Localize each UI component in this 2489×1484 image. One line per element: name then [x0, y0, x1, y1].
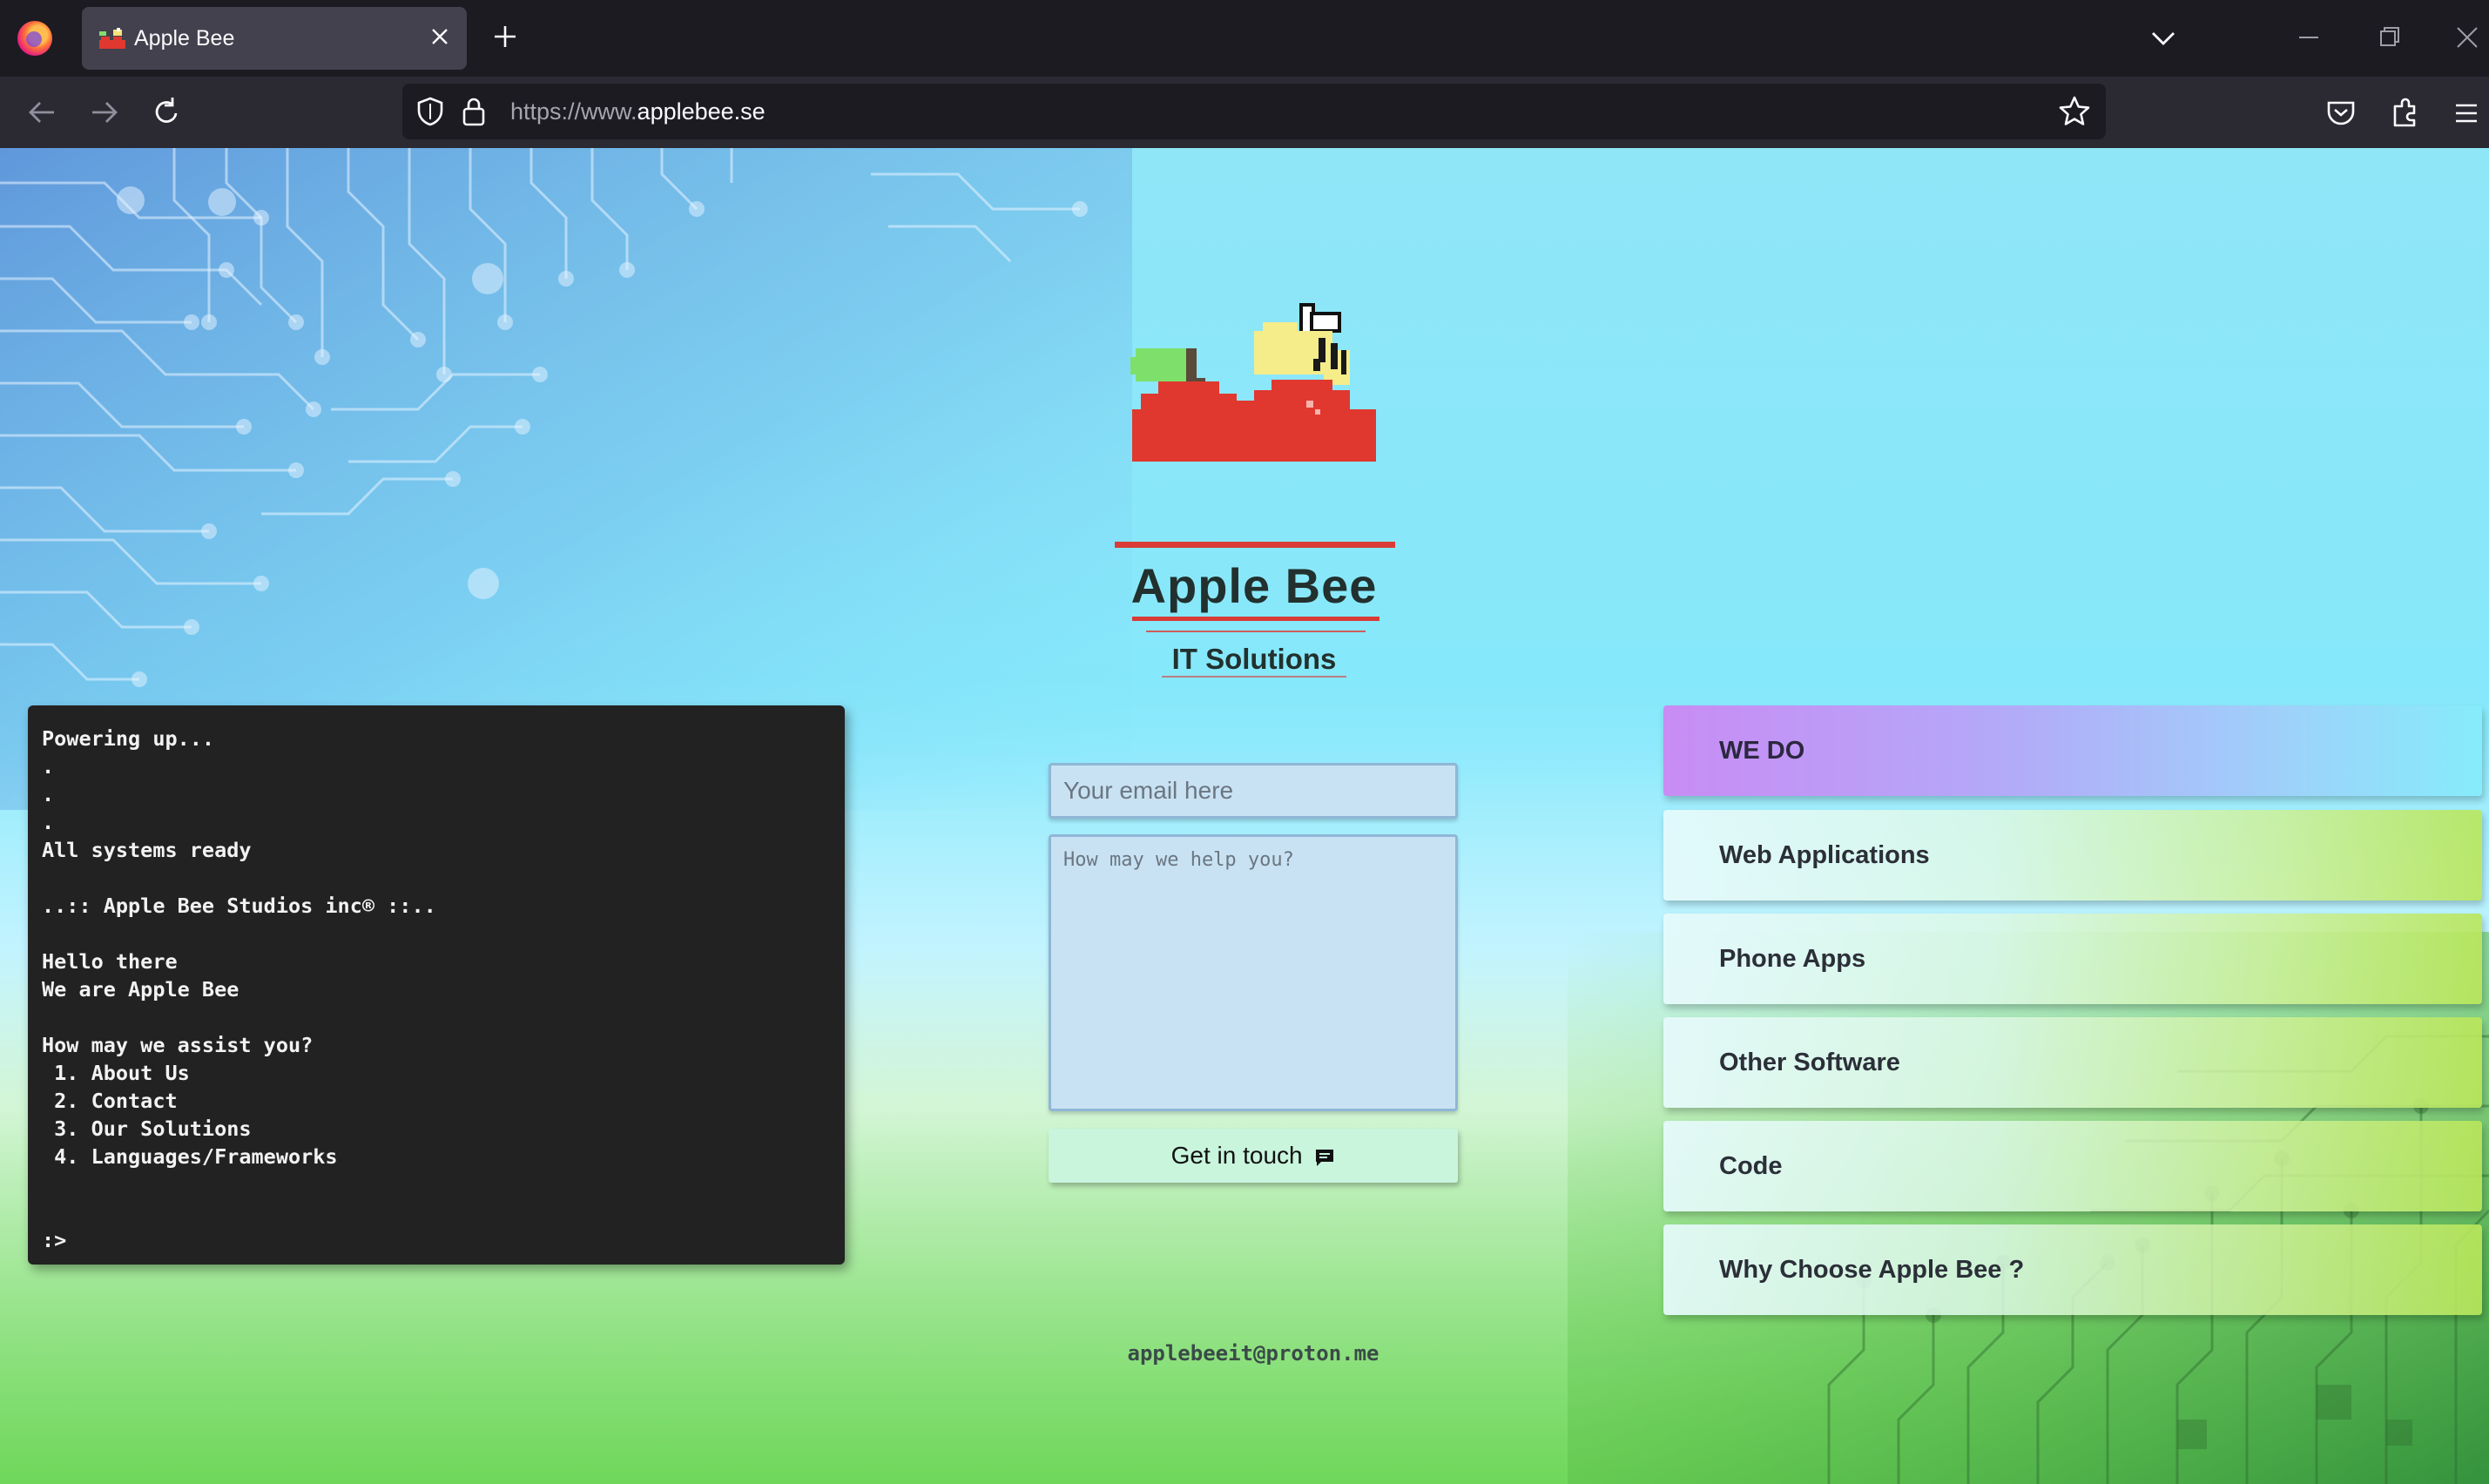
list-all-tabs-icon[interactable]	[2148, 23, 2179, 54]
logo-underline	[1115, 542, 1395, 548]
chat-bubble-icon	[1316, 1149, 1334, 1166]
service-web-applications[interactable]: Web Applications	[1663, 810, 2482, 901]
get-in-touch-label: Get in touch	[1170, 1142, 1303, 1169]
contact-email-address[interactable]: applebeeit@proton.me	[1049, 1341, 1458, 1366]
extensions-puzzle-icon[interactable]	[2386, 94, 2425, 132]
service-code[interactable]: Code	[1663, 1121, 2482, 1211]
brand-divider-thin	[1146, 631, 1366, 632]
back-arrow-icon[interactable]	[23, 92, 63, 132]
url-domain: applebee.se	[637, 98, 766, 125]
brand-subtitle: IT Solutions	[1171, 643, 1337, 675]
close-window-icon[interactable]	[2445, 17, 2489, 57]
browser-tab-bar: Apple Bee	[0, 0, 2489, 77]
url-text[interactable]: https://www.applebee.se	[510, 98, 766, 125]
restore-window-icon[interactable]	[2367, 17, 2411, 57]
email-field[interactable]	[1049, 763, 1458, 819]
new-tab-button[interactable]	[488, 19, 523, 54]
service-why-choose-apple-bee[interactable]: Why Choose Apple Bee ?	[1663, 1224, 2482, 1315]
tracking-protection-shield-icon[interactable]	[415, 96, 446, 127]
apple-bee-logo	[1130, 303, 1376, 462]
bookmark-star-icon[interactable]	[2057, 94, 2092, 129]
pocket-icon[interactable]	[2322, 94, 2360, 132]
brand-divider	[1132, 617, 1379, 621]
page-viewport: Apple Bee IT Solutions Powering up... . …	[0, 148, 2489, 1484]
url-protocol: https://www.	[510, 98, 637, 125]
reload-icon[interactable]	[146, 92, 186, 132]
lock-icon[interactable]	[460, 96, 488, 127]
browser-nav-bar: https://www.applebee.se	[0, 77, 2489, 148]
brand-name: Apple Bee	[1130, 558, 1378, 613]
hamburger-menu-icon[interactable]	[2447, 94, 2486, 132]
firefox-icon[interactable]	[17, 21, 52, 56]
browser-tab-active[interactable]: Apple Bee	[82, 7, 467, 70]
close-tab-icon[interactable]	[425, 22, 455, 51]
service-phone-apps[interactable]: Phone Apps	[1663, 914, 2482, 1004]
forward-arrow-icon[interactable]	[84, 92, 124, 132]
apple-bee-favicon-icon	[99, 28, 125, 49]
url-bar[interactable]: https://www.applebee.se	[402, 84, 2106, 139]
services-header[interactable]: WE DO	[1663, 705, 2482, 796]
brand-subtitle-underline	[1162, 676, 1346, 678]
terminal-panel[interactable]: Powering up... . . . All systems ready .…	[28, 705, 845, 1265]
get-in-touch-button[interactable]: Get in touch	[1049, 1129, 1458, 1183]
message-textarea[interactable]	[1049, 834, 1458, 1111]
service-other-software[interactable]: Other Software	[1663, 1017, 2482, 1108]
terminal-output: Powering up... . . . All systems ready .…	[42, 726, 436, 1252]
tab-title: Apple Bee	[134, 26, 235, 51]
minimize-window-icon[interactable]	[2287, 17, 2330, 57]
